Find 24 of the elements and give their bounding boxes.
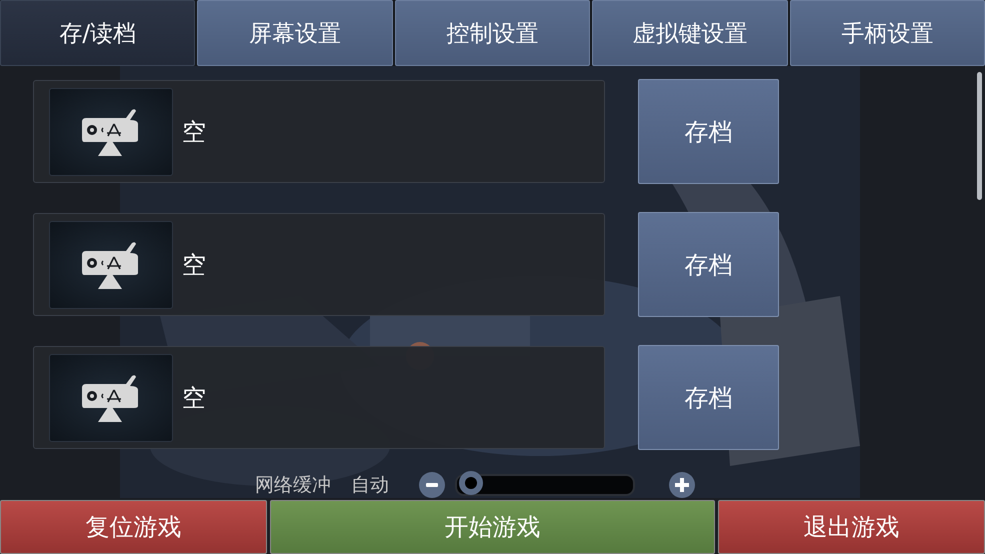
tab[interactable]: 屏幕设置 xyxy=(197,0,393,66)
scrollbar[interactable] xyxy=(977,72,982,200)
save-button[interactable]: 存档 xyxy=(638,79,779,184)
action-button[interactable]: 开始游戏 xyxy=(270,500,715,554)
plus-icon xyxy=(675,478,689,492)
slider-thumb[interactable] xyxy=(458,471,483,495)
action-button[interactable]: 复位游戏 xyxy=(0,500,267,554)
tab[interactable]: 虚拟键设置 xyxy=(592,0,788,66)
minus-icon xyxy=(426,483,438,487)
tab[interactable]: 手柄设置 xyxy=(790,0,985,66)
slot-name: 空 xyxy=(182,250,206,280)
network-buffer-value: 自动 xyxy=(351,473,389,498)
tab[interactable]: 控制设置 xyxy=(394,0,590,66)
save-slot[interactable]: 空 xyxy=(33,80,605,183)
tab[interactable]: 存/读档 xyxy=(0,0,196,66)
save-button[interactable]: 存档 xyxy=(638,212,779,317)
slot-name: 空 xyxy=(182,116,206,148)
network-buffer-label: 网络缓冲 xyxy=(255,473,331,498)
save-slot[interactable]: 空 xyxy=(33,213,605,316)
action-button[interactable]: 退出游戏 xyxy=(718,500,985,554)
save-slot[interactable]: 空 xyxy=(33,346,605,449)
save-button[interactable]: 存档 xyxy=(638,345,779,450)
buffer-slider[interactable] xyxy=(455,474,635,496)
slot-name: 空 xyxy=(182,382,206,414)
